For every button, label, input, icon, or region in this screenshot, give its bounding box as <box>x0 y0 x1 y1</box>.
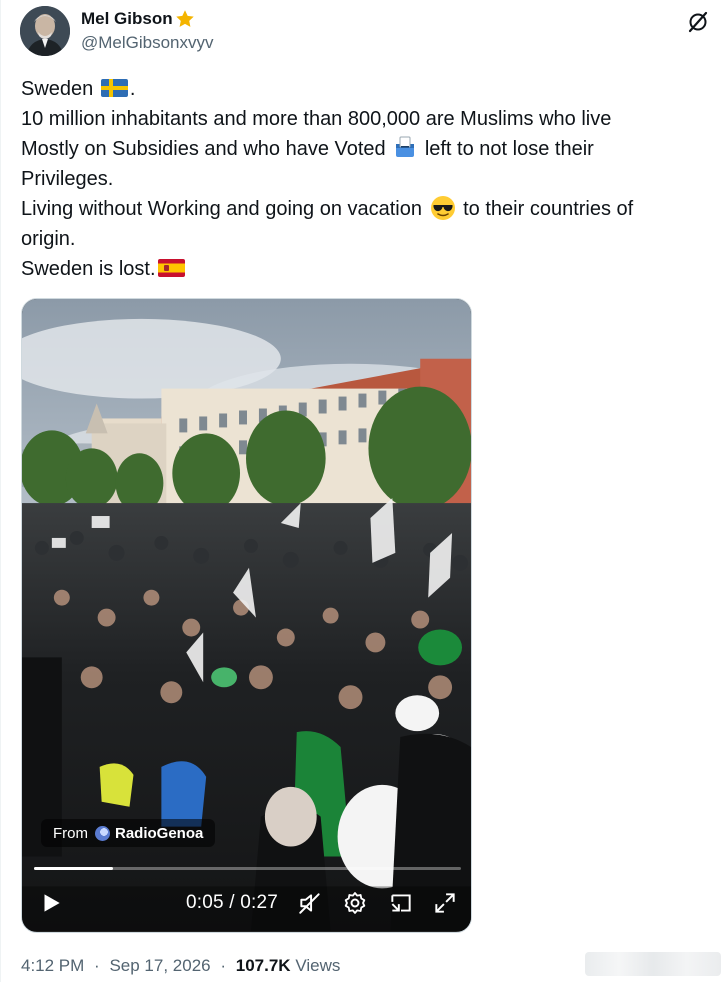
text-left: left to not lose their <box>424 138 594 160</box>
video-controls: 0:05 / 0:27 <box>22 874 471 932</box>
text-line-4: Privileges. <box>21 168 114 190</box>
gold-star-icon <box>175 10 194 27</box>
ballot-box-icon <box>396 136 415 157</box>
text-countries: to their countries of <box>463 198 634 220</box>
text-sweden: Sweden <box>21 78 94 100</box>
video-source-label[interactable]: From RadioGenoa <box>41 819 216 847</box>
meta-dot-2: · <box>220 956 227 975</box>
text-sweden-lost: Sweden is lost. <box>21 258 156 280</box>
text-line-1: Sweden . <box>21 74 711 104</box>
video-timecode: 0:05 / 0:27 <box>186 892 278 914</box>
meta-dot: · <box>94 956 100 975</box>
tweet-header: Mel Gibson @MelGibsonxvyv <box>20 6 710 56</box>
avatar-portrait <box>20 6 70 56</box>
blurred-overlay <box>585 952 721 976</box>
sunglasses-face-icon <box>430 196 455 220</box>
text-line-3: Mostly on Subsidies and who have Voted l… <box>21 134 711 164</box>
play-icon[interactable] <box>38 890 64 916</box>
fullscreen-icon[interactable] <box>432 890 458 916</box>
duration: 0:27 <box>240 892 279 913</box>
source-avatar-icon <box>95 825 110 841</box>
text-voted: Mostly on Subsidies and who have Voted <box>21 138 386 160</box>
settings-gear-icon[interactable] <box>342 890 368 916</box>
video-progress-fill <box>34 867 113 870</box>
views-label: Views <box>295 956 341 975</box>
display-name[interactable]: Mel Gibson <box>81 9 173 29</box>
avatar[interactable] <box>20 6 70 56</box>
tweet-meta: 4:12 PM · Sep 17, 2026 · 107.7K Views <box>21 956 340 976</box>
mute-icon[interactable] <box>297 890 323 916</box>
current-time: 0:05 <box>186 892 224 913</box>
spain-flag-icon <box>157 259 185 277</box>
text-period: . <box>129 78 136 100</box>
time-separator: / <box>229 892 235 913</box>
post-time[interactable]: 4:12 PM <box>21 956 84 975</box>
video-progress-bar[interactable] <box>34 867 461 870</box>
post-date[interactable]: Sep 17, 2026 <box>109 956 210 975</box>
text-line-2: 10 million inhabitants and more than 800… <box>21 108 612 130</box>
name-row: Mel Gibson <box>81 8 196 30</box>
text-line-7: Sweden is lost. <box>21 254 711 284</box>
user-handle[interactable]: @MelGibsonxvyv <box>81 33 214 53</box>
tweet-text: Sweden . 10 million inhabitants and more… <box>21 74 711 284</box>
views-count: 107.7K <box>235 956 291 975</box>
text-line-6: origin. <box>21 228 76 250</box>
source-prefix: From <box>53 824 88 842</box>
video-player[interactable]: From RadioGenoa 0:05 / 0:27 <box>21 298 472 933</box>
source-name[interactable]: RadioGenoa <box>115 825 203 842</box>
text-vacation: Living without Working and going on vaca… <box>21 198 422 220</box>
text-line-5: Living without Working and going on vaca… <box>21 194 711 224</box>
sweden-flag-icon <box>100 79 128 97</box>
timeline-border <box>0 0 1 982</box>
grok-slash-circle-icon[interactable] <box>686 10 710 34</box>
pip-icon[interactable] <box>388 890 414 916</box>
